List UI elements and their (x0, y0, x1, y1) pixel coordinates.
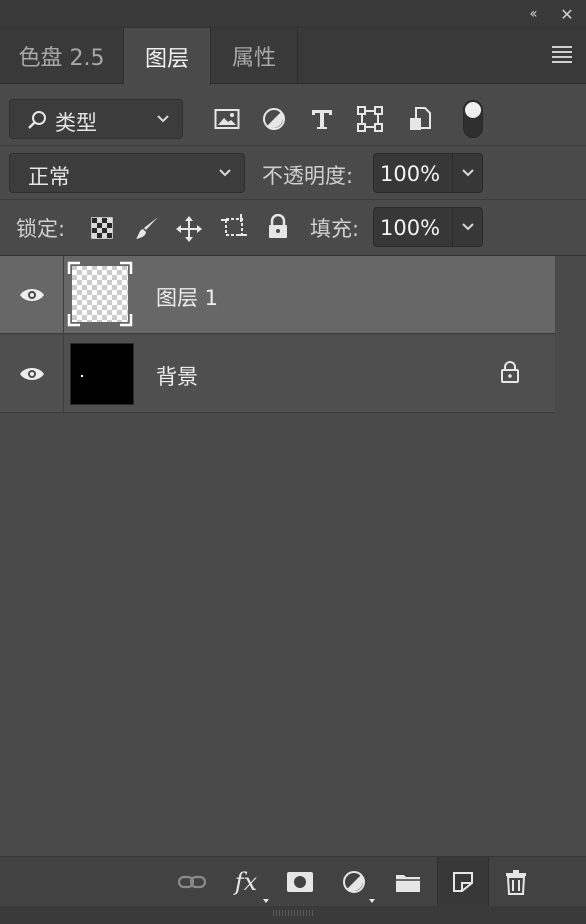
eye-icon (19, 368, 44, 380)
search-icon (28, 111, 46, 129)
lock-all-icon[interactable] (264, 213, 292, 241)
adjustment-icon (343, 871, 365, 893)
filter-kind-dropdown[interactable]: 类型 (9, 99, 183, 139)
chevron-down-icon (462, 169, 474, 177)
layers-scrollbar[interactable] (555, 256, 586, 856)
divider (0, 199, 586, 200)
add-mask-button[interactable] (276, 857, 324, 907)
chevron-down-icon (219, 169, 231, 177)
opacity-dropdown-button[interactable] (452, 154, 482, 192)
fill-dropdown-button[interactable] (452, 208, 482, 246)
fill-label: 填充: (310, 217, 360, 241)
layers-list: 图层 1 背景 (0, 256, 555, 856)
tab-label: 图层 (144, 46, 189, 72)
layer-row[interactable]: 图层 1 (0, 256, 555, 334)
lock-transparent-pixels-icon[interactable] (88, 214, 116, 242)
adjustment-filter-icon[interactable] (259, 104, 289, 134)
fx-icon: fx (234, 868, 258, 896)
layers-panel: ‹‹ ✕ 色盘 2.5 图层 属性 类型 正常 不透明度: 100% 锁定: 填… (0, 0, 586, 924)
layer-name: 图层 1 (156, 286, 219, 310)
divider (0, 145, 586, 146)
close-panel-button[interactable]: ✕ (555, 2, 579, 26)
tab-properties[interactable]: 属性 (211, 28, 298, 84)
close-icon: ✕ (560, 4, 574, 24)
opacity-value: 100% (380, 162, 441, 186)
chevron-down-icon (157, 115, 169, 123)
eye-icon (19, 289, 44, 301)
tab-bar: 色盘 2.5 图层 属性 (0, 28, 586, 85)
type-filter-icon[interactable] (307, 104, 337, 134)
chevron-down-icon (462, 223, 474, 231)
link-layers-icon (177, 875, 207, 889)
filter-kind-label: 类型 (55, 111, 97, 135)
bottom-toolbar: fx (0, 856, 586, 907)
fill-field[interactable]: 100% (373, 207, 483, 247)
new-group-button[interactable] (384, 857, 432, 907)
group-folder-icon (396, 875, 420, 892)
new-layer-icon (453, 872, 473, 892)
delete-icon (506, 870, 526, 895)
lock-image-pixels-brush-icon[interactable] (133, 214, 161, 242)
collapse-panel-button[interactable]: ‹‹ (520, 2, 544, 26)
image-filter-icon[interactable] (212, 104, 242, 134)
visibility-toggle[interactable] (0, 335, 64, 413)
panel-menu-icon[interactable] (552, 46, 572, 63)
blend-mode-dropdown[interactable]: 正常 (9, 153, 245, 193)
filter-toggle-switch[interactable] (463, 100, 483, 138)
lock-artboard-icon[interactable] (219, 212, 249, 242)
layer-row[interactable]: 背景 (0, 335, 555, 413)
lock-icon (501, 361, 519, 383)
lock-position-move-icon[interactable] (174, 214, 204, 244)
layer-thumbnail-black[interactable] (70, 343, 134, 405)
layer-style-button[interactable]: fx (222, 857, 270, 907)
submenu-indicator (263, 899, 269, 903)
layer-name: 背景 (156, 365, 198, 389)
opacity-label: 不透明度: (262, 164, 354, 188)
smart-object-filter-icon[interactable] (405, 104, 435, 134)
lock-label: 锁定: (16, 217, 66, 241)
new-layer-button[interactable] (437, 857, 489, 907)
opacity-field[interactable]: 100% (373, 153, 483, 193)
thumbnail-dot (81, 375, 83, 377)
submenu-indicator (369, 899, 375, 903)
panel-resize-grip[interactable] (0, 906, 586, 924)
toggle-knob (465, 102, 481, 118)
visibility-toggle[interactable] (0, 256, 64, 334)
panel-header-strip: ‹‹ ✕ (0, 0, 586, 28)
blend-mode-value: 正常 (28, 165, 70, 189)
new-adjustment-layer-button[interactable] (330, 857, 378, 907)
delete-layer-button[interactable] (492, 857, 540, 907)
tab-label: 属性 (231, 46, 276, 71)
tab-layers[interactable]: 图层 (124, 28, 211, 85)
shape-filter-icon[interactable] (355, 104, 385, 134)
tab-label: 色盘 2.5 (18, 46, 105, 71)
layer-thumbnail-transparent[interactable] (67, 261, 134, 327)
tab-color-wheel[interactable]: 色盘 2.5 (0, 28, 124, 84)
grip-lines (273, 910, 313, 916)
fill-value: 100% (380, 216, 441, 240)
double-chevron-left-icon: ‹‹ (529, 6, 537, 22)
link-layers-button[interactable] (168, 857, 216, 907)
mask-icon (287, 872, 313, 892)
